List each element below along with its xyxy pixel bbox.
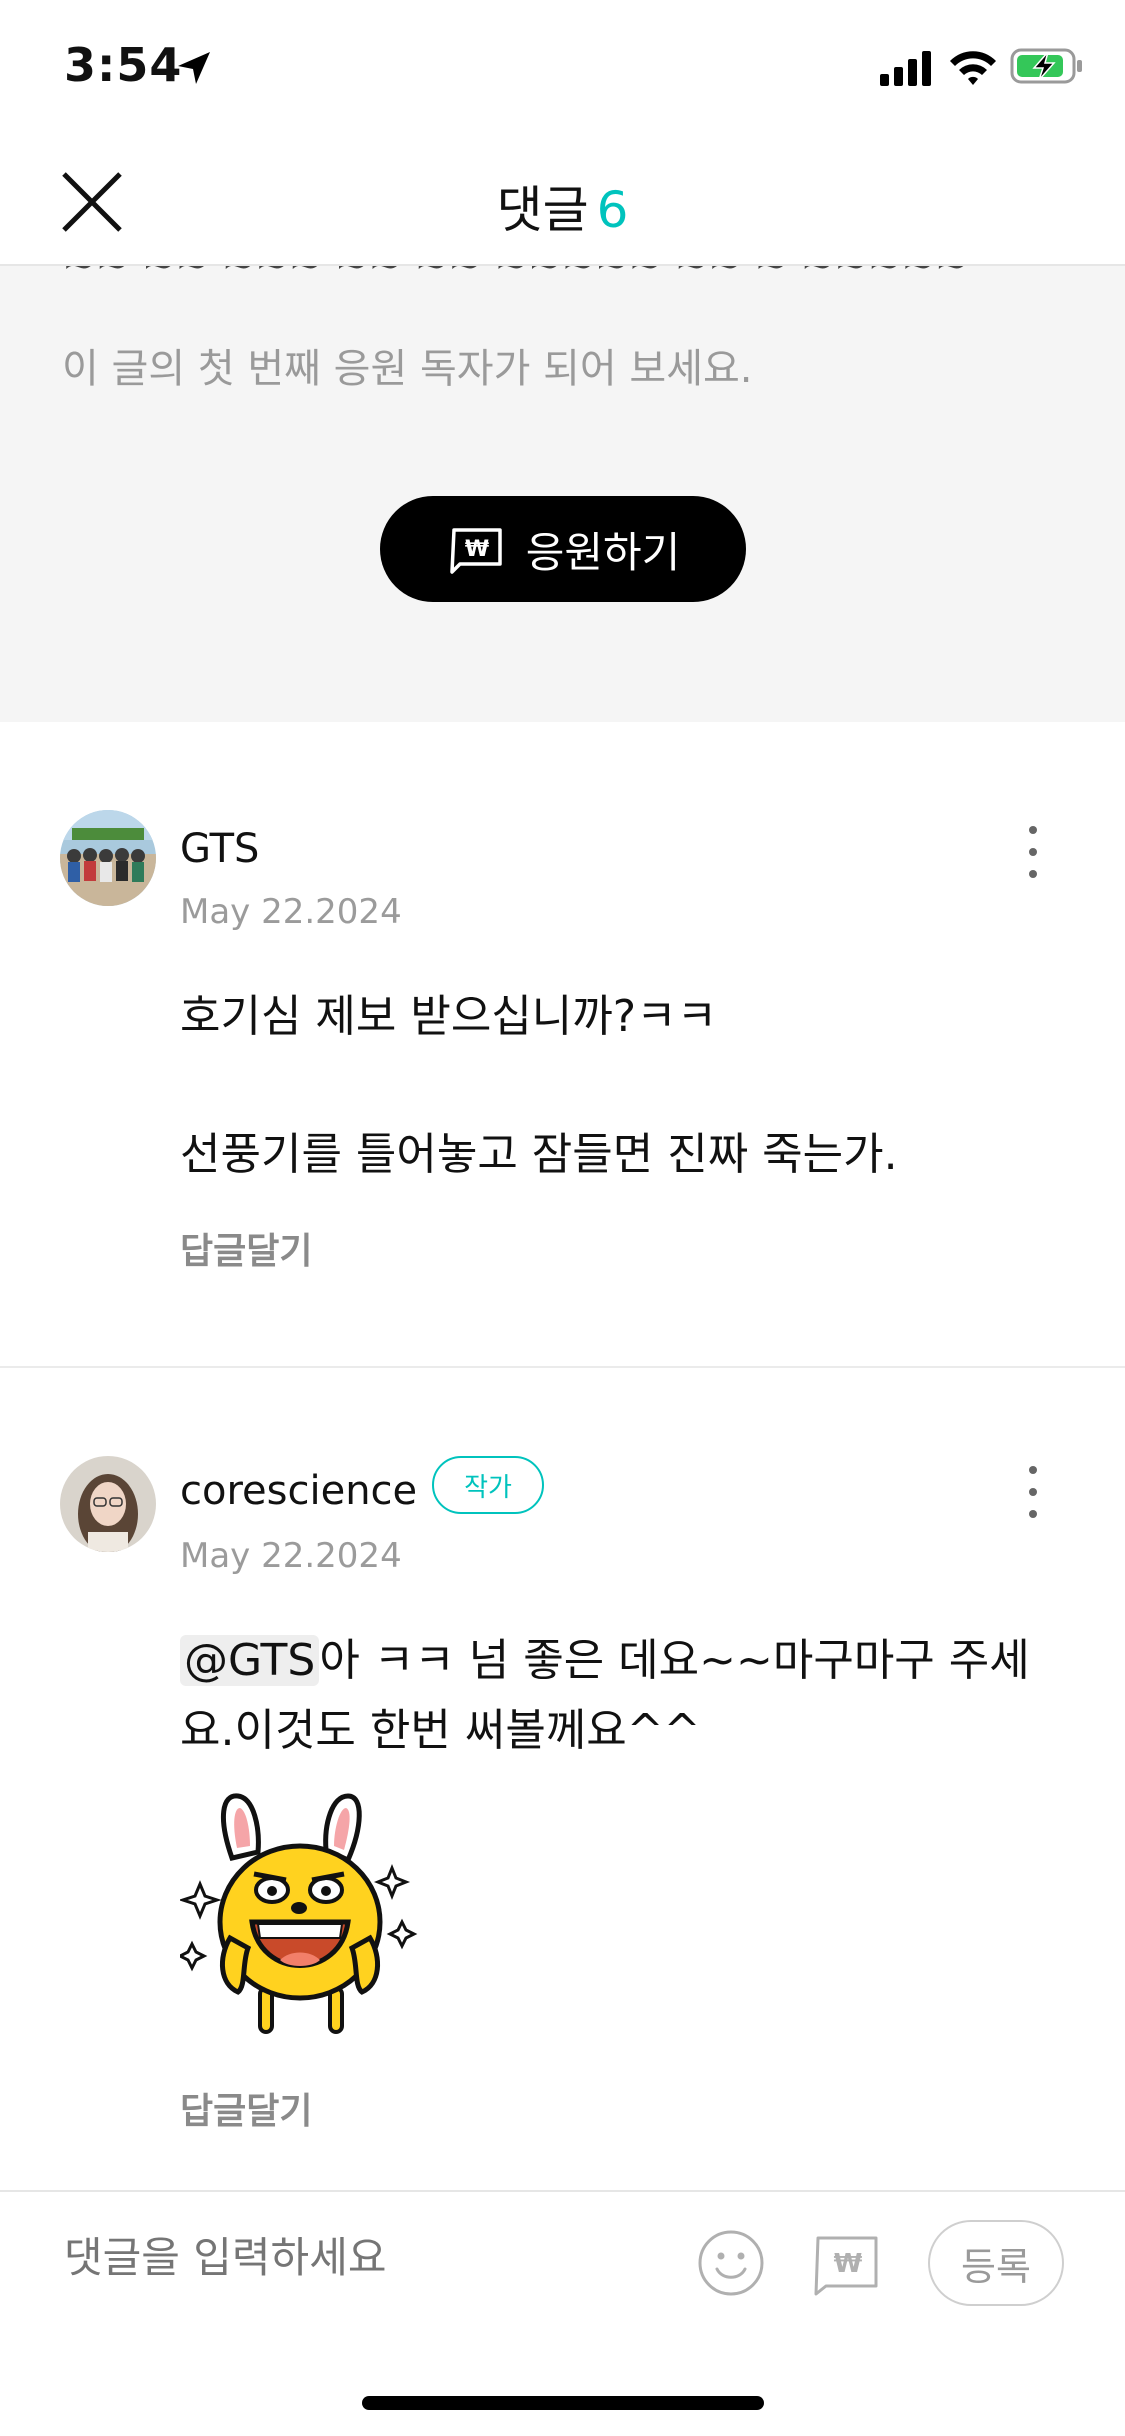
comment-text-line: 요.이것도 한번 써볼께요^^	[180, 1705, 701, 1756]
comment-item: GTS May 22.2024 호기심 제보 받으십니까?ㅋㅋ 선풍기를 틀어놓…	[0, 722, 1125, 1368]
support-button-label: 응원하기	[525, 527, 681, 577]
avatar[interactable]	[60, 1456, 156, 1552]
title-text: 댓글	[496, 181, 589, 239]
svg-text:₩: ₩	[465, 537, 489, 562]
comment-date: May 22.2024	[180, 1536, 402, 1576]
register-button[interactable]: 등록	[928, 2220, 1064, 2306]
more-vertical-icon[interactable]	[1018, 1462, 1048, 1522]
svg-text:₩: ₩	[834, 2249, 863, 2279]
comment-date: May 22.2024	[180, 892, 402, 932]
mention-tag[interactable]: @GTS	[180, 1635, 320, 1686]
comment-text-line: @GTS아 ㅋㅋ 넘 좋은 데요~~마구마구 주세	[180, 1624, 1030, 1688]
comment-text-line: 호기심 제보 받으십니까?ㅋㅋ	[180, 991, 718, 1042]
more-vertical-icon[interactable]	[1018, 822, 1048, 882]
comment-input[interactable]	[62, 2232, 666, 2283]
won-support-icon: ₩	[449, 528, 502, 574]
author-badge: 작가	[432, 1456, 544, 1514]
comment-text-line: 선풍기를 틀어놓고 잠들면 진짜 죽는가.	[180, 1129, 898, 1180]
comments-header: 댓글 6	[0, 140, 1125, 266]
status-time: 3:54	[64, 38, 183, 92]
won-support-icon[interactable]: ₩	[808, 2230, 882, 2296]
comment-input-bar: ₩ 등록	[0, 2190, 1125, 2332]
wifi-icon	[950, 51, 996, 85]
location-arrow-icon	[178, 52, 210, 84]
support-button[interactable]: ₩ 응원하기	[380, 496, 746, 602]
signal-icon	[880, 51, 931, 86]
home-indicator[interactable]	[362, 2396, 764, 2410]
avatar[interactable]	[60, 810, 156, 906]
status-bar: 3:54	[0, 0, 1125, 140]
comment-username[interactable]: corescience	[180, 1468, 417, 1514]
support-banner: ~~ ~~ ~~~ ~~ ~~ ~~~~~ ~~ ~ ~~~~~ 이 글의 첫 …	[0, 266, 1125, 722]
cut-off-text: ~~ ~~ ~~~ ~~ ~~ ~~~~~ ~~ ~ ~~~~~	[62, 266, 968, 288]
page-title: 댓글 6	[0, 170, 1125, 242]
comment-text: 아 ㅋㅋ 넘 좋은 데요~~마구마구 주세	[319, 1635, 1030, 1686]
battery-charging-icon	[1010, 48, 1082, 84]
support-description: 이 글의 첫 번째 응원 독자가 되어 보세요.	[62, 346, 753, 392]
comment-item: corescience 작가 May 22.2024 @GTS아 ㅋㅋ 넘 좋은…	[0, 1368, 1125, 2190]
comment-count: 6	[596, 181, 629, 239]
reply-button[interactable]: 답글달기	[180, 1222, 312, 1274]
comment-username[interactable]: GTS	[180, 826, 259, 872]
emoji-icon[interactable]	[696, 2228, 766, 2298]
comments-page: 3:54 댓글6 ~~	[0, 0, 1125, 2436]
sticker-image	[180, 1793, 418, 2034]
reply-button[interactable]: 답글달기	[180, 2082, 312, 2134]
